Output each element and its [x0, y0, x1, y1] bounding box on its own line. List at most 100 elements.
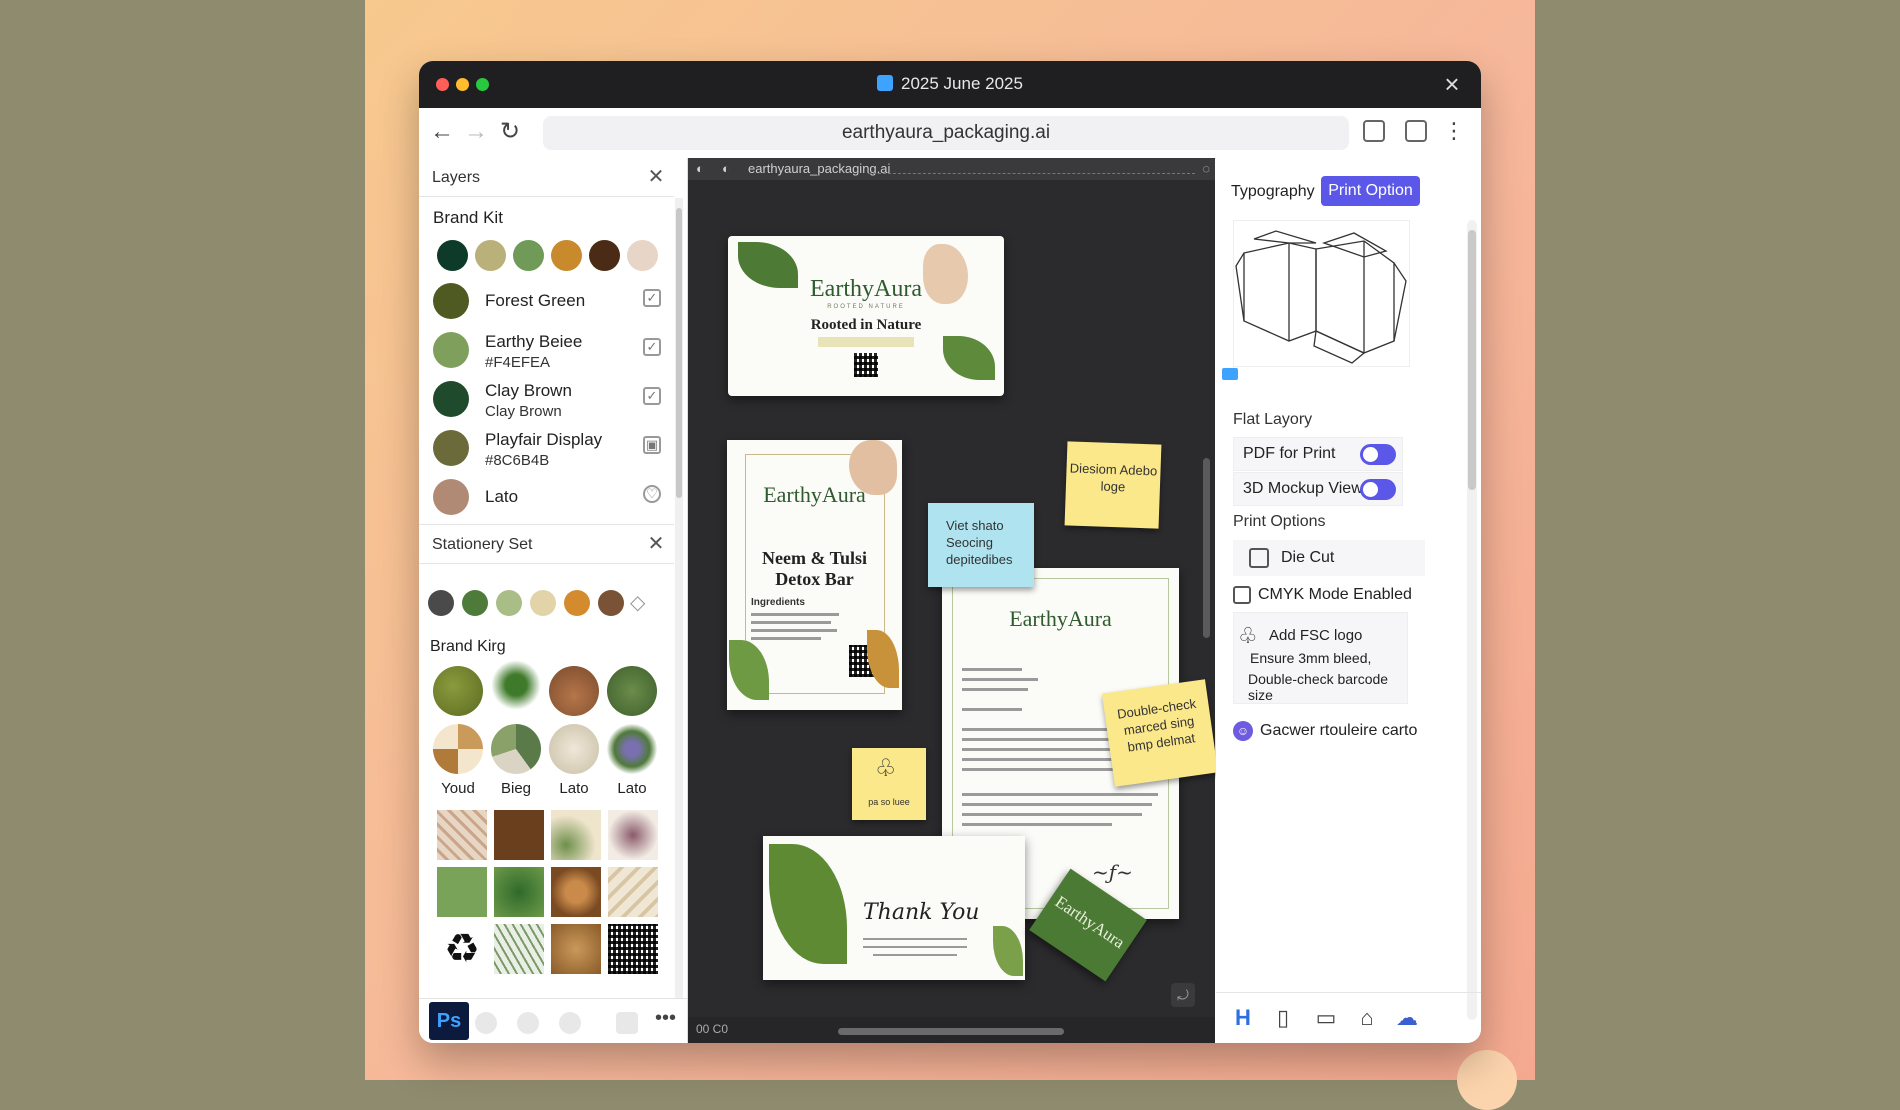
close-icon[interactable]: × — [1437, 69, 1467, 99]
dried-leaf-asset[interactable] — [549, 666, 599, 716]
sticky-note[interactable]: Viet shato Seocing depitedibes — [928, 503, 1034, 587]
toggle-switch[interactable] — [1360, 479, 1396, 500]
url-field[interactable]: earthyaura_packaging.ai — [543, 116, 1349, 150]
wood-tile[interactable] — [551, 924, 601, 974]
more-icon[interactable]: ••• — [655, 1007, 676, 1030]
home-icon[interactable]: ⌂ — [1354, 1005, 1380, 1031]
spice-tile[interactable] — [551, 867, 601, 917]
h-logo-icon[interactable]: H — [1230, 1005, 1256, 1031]
brand-swatch[interactable] — [475, 240, 506, 271]
sketch-tile[interactable] — [494, 924, 544, 974]
corner-handle-icon[interactable] — [1222, 368, 1238, 380]
artboard-canvas[interactable]: ◐ ◐ earthyaura_packaging.ai ◌ EarthyAura… — [688, 158, 1219, 1043]
photoshop-icon[interactable]: Ps — [429, 1002, 469, 1040]
tab-print-option[interactable]: Print Option — [1321, 176, 1420, 206]
save-icon[interactable] — [1363, 120, 1385, 142]
brand-swatch[interactable] — [513, 240, 544, 271]
kit-item-forest-green[interactable]: Forest Green ✓ — [433, 279, 663, 323]
green-tile[interactable] — [437, 867, 487, 917]
neutral-tile[interactable] — [608, 867, 658, 917]
more-menu-icon[interactable]: ⋮ — [1443, 118, 1465, 144]
close-icon[interactable]: ✕ — [644, 531, 668, 556]
toggle-knob — [1363, 482, 1378, 497]
brand-swatch[interactable] — [589, 240, 620, 271]
text-line — [962, 688, 1028, 691]
toggle-knob — [1363, 447, 1378, 462]
placeholder-icon[interactable] — [559, 1012, 581, 1034]
heart-icon[interactable]: ♡ — [643, 485, 661, 503]
recycle-icon[interactable]: ♻ — [437, 924, 487, 974]
split-leaf-asset[interactable] — [491, 724, 541, 774]
toggle-pdf-for-print[interactable]: PDF for Print — [1233, 437, 1403, 471]
palm-asset[interactable] — [433, 724, 483, 774]
checkbox-icon[interactable]: ✓ — [643, 338, 661, 356]
die-cut-option[interactable]: Die Cut — [1233, 540, 1425, 576]
foliage-tile[interactable] — [494, 867, 544, 917]
image-icon[interactable]: ▣ — [643, 436, 661, 454]
chat-icon[interactable]: ▭ — [1310, 1005, 1342, 1031]
reload-icon[interactable]: ↻ — [495, 118, 525, 148]
cmyk-option[interactable]: CMYK Mode Enabled — [1233, 581, 1425, 611]
leaf-asset[interactable] — [433, 666, 483, 716]
botanical-tile[interactable] — [551, 810, 601, 860]
stationery-swatch[interactable] — [564, 590, 590, 616]
stationery-swatch[interactable] — [598, 590, 624, 616]
document-icon: ◐ — [722, 161, 730, 176]
toggle-switch[interactable] — [1360, 444, 1396, 465]
scroll-thumb[interactable] — [676, 208, 682, 498]
kit-item-earthy-beige[interactable]: Earthy Beiee #F4EFEA ✓ — [433, 328, 663, 372]
canvas-scrollbar[interactable] — [1203, 458, 1210, 638]
kit-item-clay-brown[interactable]: Clay Brown Clay Brown ✓ — [433, 377, 663, 421]
tab-typography[interactable]: Typography — [1231, 183, 1315, 201]
stationery-swatch[interactable] — [428, 590, 454, 616]
flower-asset[interactable] — [607, 724, 657, 774]
texture-tile[interactable] — [494, 810, 544, 860]
dieline-preview[interactable] — [1233, 220, 1410, 367]
placeholder-icon[interactable] — [616, 1012, 638, 1034]
stationery-swatch[interactable] — [496, 590, 522, 616]
eyedropper-icon[interactable]: ◇ — [630, 590, 645, 615]
close-icon[interactable]: ✕ — [644, 164, 668, 189]
leaf-print-tile[interactable] — [608, 810, 658, 860]
packaging-pouch[interactable]: EarthyAura ROOTED NATURE Rooted in Natur… — [728, 236, 1004, 396]
scroll-thumb[interactable] — [1468, 230, 1476, 490]
placeholder-icon[interactable] — [517, 1012, 539, 1034]
fern-asset[interactable] — [491, 660, 541, 710]
stationery-swatch[interactable] — [462, 590, 488, 616]
fan-leaf-asset[interactable] — [549, 724, 599, 774]
qr-code-tile[interactable] — [608, 924, 658, 974]
checkbox-icon[interactable]: ✓ — [643, 289, 661, 307]
brand-kirg-title: Brand Kirg — [430, 638, 506, 655]
sticky-note[interactable]: Double-check marced sing bmp delmat — [1101, 679, 1219, 787]
extension-icon[interactable] — [1405, 120, 1427, 142]
stationery-swatch[interactable] — [530, 590, 556, 616]
document-tab[interactable]: ◐ ◐ earthyaura_packaging.ai ◌ — [688, 158, 1215, 180]
back-arrow-icon[interactable]: ← — [427, 118, 457, 148]
placeholder-icon[interactable] — [475, 1012, 497, 1034]
cloud-icon[interactable]: ☁ — [1394, 1005, 1420, 1031]
sticky-note[interactable]: Diesiom Adebo loge — [1064, 441, 1162, 529]
thank-you-card[interactable]: Thank You — [763, 836, 1025, 980]
brand-swatch[interactable] — [551, 240, 582, 271]
document-icon[interactable]: ▯ — [1270, 1005, 1296, 1031]
kit-item-lato[interactable]: Lato ♡ — [433, 475, 663, 519]
brand-swatch[interactable] — [437, 240, 468, 271]
cmyk-label: CMYK Mode Enabled — [1258, 586, 1412, 603]
zoom-level[interactable]: 00 C0 — [696, 1022, 728, 1036]
brand-swatch[interactable] — [627, 240, 658, 271]
panel-scrollbar[interactable] — [1467, 220, 1477, 1020]
address-bar: ← → ↻ earthyaura_packaging.ai ⋮ — [419, 108, 1481, 159]
settings-icon[interactable]: ◌ — [1202, 161, 1210, 176]
toggle-3d-mockup-view[interactable]: 3D Mockup View — [1233, 472, 1403, 506]
fit-view-icon[interactable]: ⤾ — [1171, 983, 1195, 1007]
layers-scrollbar[interactable] — [675, 198, 683, 1028]
checkbox-icon[interactable]: ✓ — [643, 387, 661, 405]
layers-header: Layers ✕ — [419, 158, 674, 197]
forward-arrow-icon[interactable]: → — [461, 118, 491, 148]
kit-item-playfair[interactable]: Playfair Display #8C6B4B ▣ — [433, 426, 663, 470]
soap-box[interactable]: EarthyAura Neem & Tulsi Detox Bar Ingred… — [727, 440, 902, 710]
pattern-tile[interactable] — [437, 810, 487, 860]
round-leaf-asset[interactable] — [607, 666, 657, 716]
collaborate-item[interactable]: ☺ Gacwer rtouleire carto — [1233, 718, 1425, 744]
horizontal-scrollbar[interactable] — [838, 1028, 1064, 1035]
